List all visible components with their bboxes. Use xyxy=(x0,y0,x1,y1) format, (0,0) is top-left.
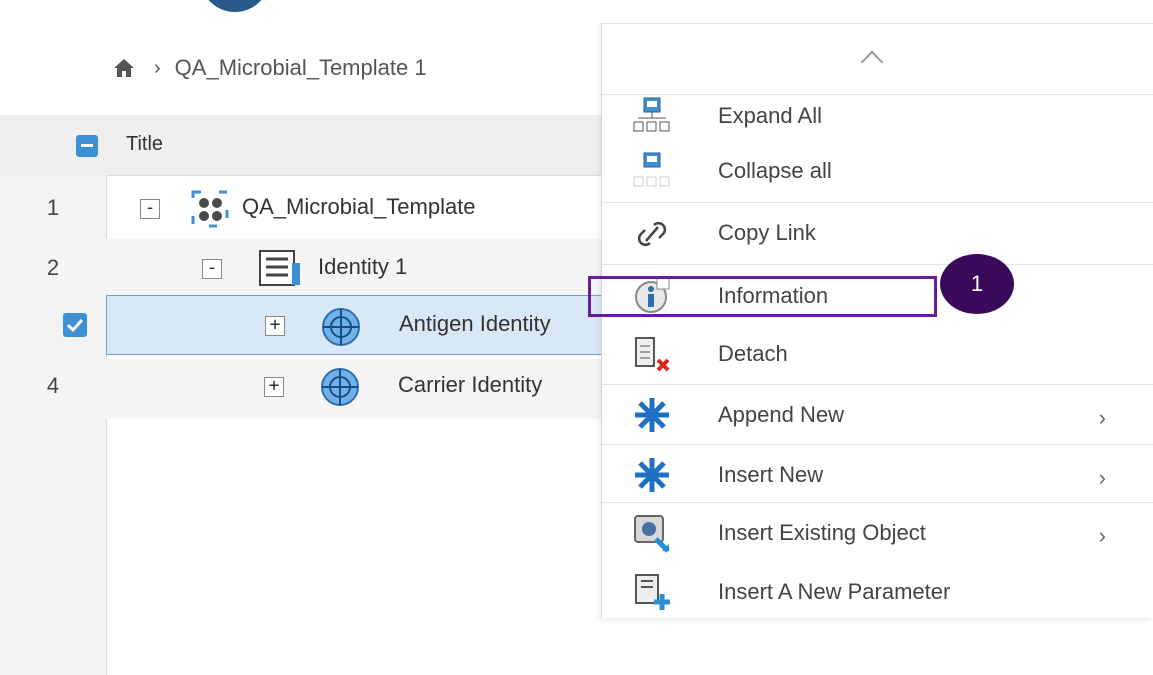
detach-icon xyxy=(635,337,670,372)
menu-item-insert-new[interactable]: Insert New › xyxy=(602,444,1153,504)
collapse-tree-icon xyxy=(633,152,670,187)
link-icon xyxy=(637,221,667,247)
row-checkbox-checked[interactable] xyxy=(63,313,87,337)
menu-item-collapse-all[interactable]: Collapse all xyxy=(602,141,1153,200)
node-label[interactable]: Carrier Identity xyxy=(398,372,542,398)
submenu-arrow-icon: › xyxy=(1098,465,1106,490)
menu-item-label: Copy Link xyxy=(718,220,816,245)
highlight-box xyxy=(588,276,937,317)
chevron-up-icon xyxy=(860,50,884,74)
node-label[interactable]: Identity 1 xyxy=(318,254,407,280)
row-number: 1 xyxy=(46,195,60,220)
asterisk-icon xyxy=(635,398,669,432)
table-row[interactable]: 4 + Carrier Identity xyxy=(0,359,640,419)
expand-tree-icon xyxy=(633,97,670,132)
collapse-toggle[interactable]: - xyxy=(202,259,222,279)
crosshair-icon xyxy=(321,368,359,406)
node-label[interactable]: Antigen Identity xyxy=(399,311,551,337)
app-logo xyxy=(200,0,270,12)
menu-item-insert-existing-object[interactable]: Insert Existing Object › xyxy=(602,502,1153,562)
submenu-arrow-icon: › xyxy=(1098,405,1106,430)
insert-object-icon xyxy=(634,515,670,553)
table-row[interactable]: + Antigen Identity xyxy=(0,295,640,355)
table-row[interactable]: 2 - Identity 1 xyxy=(0,239,640,299)
expand-toggle[interactable]: + xyxy=(264,377,284,397)
document-icon xyxy=(259,250,300,286)
structure-icon xyxy=(191,190,229,228)
collapse-toggle[interactable]: - xyxy=(140,199,160,219)
submenu-arrow-icon: › xyxy=(1098,523,1106,548)
menu-item-label: Insert Existing Object xyxy=(718,520,926,545)
column-header-title[interactable]: Title xyxy=(126,133,163,156)
row-number: 2 xyxy=(46,255,60,280)
table-row[interactable]: 1 - QA_Microbial_Template xyxy=(0,179,640,239)
breadcrumb: › QA_Microbial_Template 1 xyxy=(112,50,427,86)
step-callout-badge: 1 xyxy=(940,254,1014,314)
menu-item-detach[interactable]: Detach xyxy=(602,324,1153,383)
menu-scroll-up[interactable] xyxy=(602,24,1153,95)
menu-item-copy-link[interactable]: Copy Link xyxy=(602,202,1153,262)
menu-item-label: Collapse all xyxy=(718,158,832,183)
menu-item-label: Append New xyxy=(718,402,844,427)
menu-item-label: Insert New xyxy=(718,462,824,487)
menu-item-label: Expand All xyxy=(718,103,822,128)
home-icon[interactable] xyxy=(112,57,136,79)
breadcrumb-separator: › xyxy=(154,56,161,79)
menu-item-expand-all[interactable]: Expand All xyxy=(602,86,1153,145)
check-icon xyxy=(66,318,84,333)
menu-item-append-new[interactable]: Append New › xyxy=(602,384,1153,444)
select-all-checkbox[interactable] xyxy=(76,135,98,157)
node-label[interactable]: QA_Microbial_Template xyxy=(242,194,476,220)
context-menu: Expand All Collapse all Copy Link Inform… xyxy=(601,23,1153,618)
row-number: 4 xyxy=(46,373,60,398)
breadcrumb-item[interactable]: QA_Microbial_Template 1 xyxy=(175,55,427,81)
menu-item-insert-new-parameter[interactable]: Insert A New Parameter xyxy=(602,562,1153,621)
crosshair-icon xyxy=(322,308,360,346)
expand-toggle[interactable]: + xyxy=(265,316,285,336)
asterisk-icon xyxy=(635,458,669,492)
menu-item-label: Insert A New Parameter xyxy=(718,579,951,604)
insert-parameter-icon xyxy=(635,574,670,610)
table-header: Title xyxy=(0,115,640,176)
menu-item-label: Detach xyxy=(718,341,788,366)
